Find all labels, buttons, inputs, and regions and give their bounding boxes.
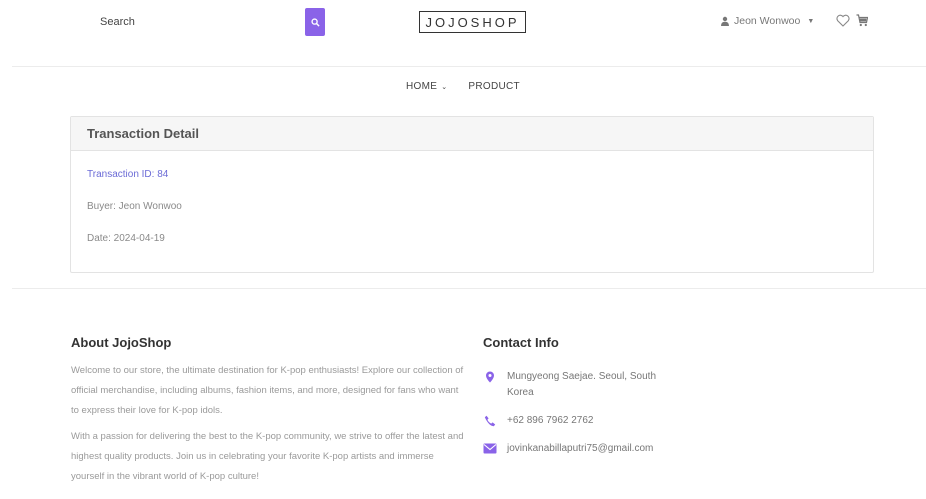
nav-home-label: HOME (406, 81, 438, 92)
contact-phone: +62 896 7962 2762 (483, 413, 593, 429)
about-paragraph-2: With a passion for delivering the best t… (71, 431, 464, 482)
transaction-card: Transaction Detail Transaction ID: 84 Bu… (70, 116, 874, 273)
top-bar: Search JOJOSHOP Jeon Wonwoo ▼ (0, 0, 926, 48)
email-text[interactable]: jovinkanabillaputri75@gmail.com (507, 441, 653, 457)
footer-about: About JojoShop Welcome to our store, the… (71, 335, 467, 487)
cart-icon (856, 14, 869, 27)
chevron-down-icon: ▼ (807, 17, 815, 25)
contact-address: Mungyeong Saejae. Seoul, South Korea (483, 369, 682, 401)
buyer-line: Buyer: Jeon Wonwoo (87, 201, 182, 212)
cart-button[interactable] (856, 14, 869, 32)
about-title: About JojoShop (71, 335, 172, 350)
transaction-id[interactable]: Transaction ID: 84 (87, 169, 168, 180)
wishlist-button[interactable] (836, 14, 850, 32)
user-name: Jeon Wonwoo (734, 15, 801, 27)
nav-item-home[interactable]: HOME ⌄ (406, 81, 447, 92)
main-nav: HOME ⌄ PRODUCT (0, 81, 926, 92)
card-title: Transaction Detail (71, 117, 873, 151)
address-text: Mungyeong Saejae. Seoul, South Korea (507, 371, 656, 398)
search-input[interactable]: Search (100, 16, 135, 28)
nav-item-product[interactable]: PRODUCT (468, 81, 520, 92)
user-icon (721, 16, 729, 26)
heart-icon (836, 14, 850, 27)
phone-icon (483, 413, 497, 427)
mail-icon (483, 441, 497, 454)
date-line: Date: 2024-04-19 (87, 233, 165, 244)
footer-divider (12, 288, 926, 289)
header-divider (12, 66, 926, 67)
search-button[interactable] (305, 8, 325, 36)
chevron-down-icon: ⌄ (441, 83, 448, 91)
site-logo[interactable]: JOJOSHOP (419, 11, 526, 33)
contact-title: Contact Info (483, 335, 559, 350)
user-menu[interactable]: Jeon Wonwoo ▼ (720, 15, 814, 27)
map-pin-icon (483, 369, 497, 383)
search-icon (310, 17, 320, 27)
footer-contact: Contact Info Mungyeong Saejae. Seoul, So… (483, 335, 683, 475)
about-paragraph-1: Welcome to our store, the ultimate desti… (71, 365, 464, 416)
nav-product-label: PRODUCT (468, 81, 520, 92)
contact-email: jovinkanabillaputri75@gmail.com (483, 441, 653, 457)
phone-text[interactable]: +62 896 7962 2762 (507, 413, 593, 429)
